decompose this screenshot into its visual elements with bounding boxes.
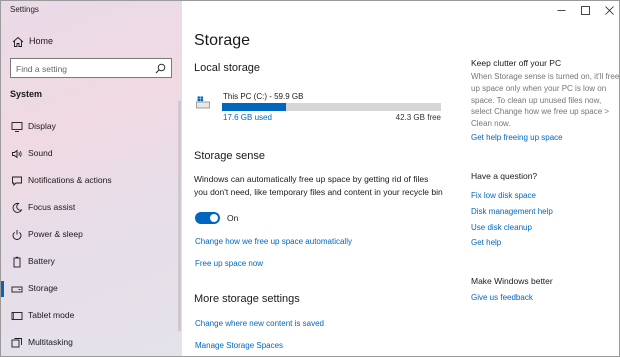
minimize-button[interactable]	[549, 1, 573, 19]
link-fix-low-disk-space[interactable]: Fix low disk space	[471, 191, 536, 200]
speaker-icon	[12, 149, 22, 159]
page-title: Storage	[194, 32, 251, 49]
message-icon	[12, 176, 22, 187]
sidebar: Settings Home System Display	[1, 1, 182, 356]
link-get-help-freeing-space[interactable]: Get help freeing up space	[471, 133, 563, 142]
sidebar-item-multitasking[interactable]: Multitasking	[1, 331, 178, 355]
maximize-icon	[580, 5, 590, 15]
sidebar-item-display[interactable]: Display	[1, 115, 178, 139]
settings-window: Settings Home System Display	[0, 0, 620, 357]
clutter-description: When Storage sense is turned on, it'll f…	[471, 72, 620, 129]
sidebar-item-focus-assist[interactable]: Focus assist	[1, 196, 178, 220]
sidebar-item-tablet-mode[interactable]: Tablet mode	[1, 304, 178, 328]
sidebar-item-label: Focus assist	[28, 202, 76, 212]
section-label-system: System	[10, 89, 43, 99]
sidebar-item-label: Power & sleep	[28, 229, 83, 239]
heading-have-a-question: Have a question?	[471, 171, 538, 181]
sidebar-item-label: Sound	[28, 148, 53, 158]
link-disk-management-help[interactable]: Disk management help	[471, 207, 553, 216]
close-button[interactable]	[597, 1, 619, 19]
sidebar-item-label: Storage	[28, 283, 58, 293]
heading-keep-clutter: Keep clutter off your PC	[471, 58, 562, 68]
toggle-state-label: On	[227, 213, 239, 223]
sidebar-scrollbar[interactable]	[178, 101, 181, 331]
heading-more-storage-settings: More storage settings	[194, 293, 300, 305]
window-controls	[549, 1, 619, 19]
sidebar-item-label: Display	[28, 121, 56, 131]
link-get-help[interactable]: Get help	[471, 238, 501, 247]
drive-used-text[interactable]: 17.6 GB used	[223, 113, 272, 122]
sidebar-item-storage[interactable]: Storage	[1, 277, 178, 301]
windows-drive-icon	[196, 96, 210, 109]
power-icon	[12, 230, 22, 240]
storage-icon	[11, 286, 23, 293]
app-title: Settings	[10, 5, 39, 14]
link-use-disk-cleanup[interactable]: Use disk cleanup	[471, 223, 532, 232]
sidebar-item-label: Multitasking	[28, 337, 73, 347]
sidebar-item-battery[interactable]: Battery	[1, 250, 178, 274]
search-box[interactable]	[10, 58, 172, 78]
drive-usage-fill	[222, 103, 287, 111]
heading-storage-sense: Storage sense	[194, 150, 265, 162]
link-change-free-up-space[interactable]: Change how we free up space automaticall…	[195, 237, 352, 246]
home-icon	[12, 36, 24, 47]
link-free-up-space-now[interactable]: Free up space now	[195, 259, 263, 268]
close-icon	[604, 5, 614, 15]
selected-indicator	[1, 281, 4, 297]
multitasking-icon	[11, 338, 22, 348]
storage-sense-toggle[interactable]	[195, 212, 220, 224]
sidebar-item-power-sleep[interactable]: Power & sleep	[1, 223, 178, 247]
battery-icon	[13, 256, 21, 268]
drive-free-text: 42.3 GB free	[395, 113, 441, 122]
moon-icon	[12, 202, 23, 213]
home-label: Home	[29, 36, 54, 46]
sidebar-item-sound[interactable]: Sound	[1, 142, 178, 166]
search-input[interactable]	[16, 62, 146, 75]
link-manage-storage-spaces[interactable]: Manage Storage Spaces	[195, 341, 283, 350]
heading-local-storage: Local storage	[194, 62, 261, 74]
link-change-new-content-location[interactable]: Change where new content is saved	[195, 319, 324, 328]
drive-name[interactable]: This PC (C:) - 59.9 GB	[223, 92, 303, 101]
sidebar-item-label: Notifications & actions	[28, 175, 112, 185]
monitor-icon	[11, 122, 23, 132]
search-icon[interactable]	[155, 63, 166, 74]
maximize-button[interactable]	[573, 1, 597, 19]
main-content: Storage Local storage This PC (C:) - 59.…	[182, 1, 620, 356]
toggle-knob	[210, 214, 218, 222]
sidebar-item-notifications[interactable]: Notifications & actions	[1, 169, 178, 193]
drive-usage-bar[interactable]	[222, 103, 441, 111]
tablet-icon	[11, 312, 23, 320]
storage-sense-description: Windows can automatically free up space …	[194, 174, 443, 197]
sidebar-item-label: Battery	[28, 256, 55, 266]
link-give-us-feedback[interactable]: Give us feedback	[471, 293, 533, 302]
sidebar-item-label: Tablet mode	[28, 310, 75, 320]
nav-home[interactable]: Home	[1, 31, 182, 53]
heading-make-windows-better: Make Windows better	[471, 276, 553, 286]
minimize-icon	[557, 9, 565, 11]
